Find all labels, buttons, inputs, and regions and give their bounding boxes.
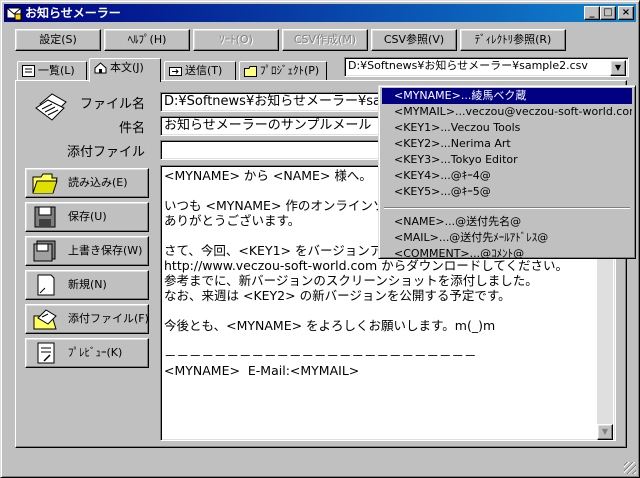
csv-file-value: D:¥Softnews¥お知らせメーラー¥sample2.csv (348, 59, 588, 72)
main-window: お知らせメーラー _ □ × 設定(S) ﾍﾙﾌﾟ(H) ｿｰﾄ(O) CSV作… (0, 0, 640, 478)
new-document-icon (37, 274, 55, 296)
overwrite-save-button[interactable]: 上書き保存(W) (25, 236, 149, 266)
sort-button[interactable]: ｿｰﾄ(O) (193, 29, 279, 51)
attach-file-button-label: 添付ファイル(F) (68, 312, 149, 325)
attach-label: 添付ファイル (66, 145, 145, 160)
editor-line: <MYNAME> E-Mail:<MYMAIL> (164, 363, 360, 378)
menu-item-myname[interactable]: <MYNAME>...綾馬ベク蔵 (382, 88, 632, 104)
tab-send-label: 送信(T) (185, 64, 223, 77)
filename-label: ファイル名 (79, 97, 145, 112)
load-button-label: 読み込み(E) (68, 176, 128, 189)
menu-item-name[interactable]: <NAME>...@送付先名@ (382, 214, 632, 230)
subject-label: 件名 (118, 121, 145, 136)
editor-line: なお、来週は <KEY2> の新バージョンを公開する予定です。 (164, 288, 511, 303)
tab-body-label: 本文(J) (110, 61, 144, 74)
menu-item-key2[interactable]: <KEY2>...Nerima Art (382, 136, 632, 152)
attach-file-icon (33, 309, 57, 330)
editor-line: 今後とも、<MYNAME> をよろしくお願いします。m(_)m (164, 318, 496, 333)
project-icon (244, 66, 257, 77)
variable-dropdown-menu: <MYNAME>...綾馬ベク蔵 <MYMAIL>...veczou@veczo… (378, 85, 636, 262)
maximize-button[interactable]: □ (600, 6, 616, 20)
menu-item-key1[interactable]: <KEY1>...Veczou Tools (382, 120, 632, 136)
overwrite-save-button-label: 上書き保存(W) (68, 244, 143, 257)
list-icon (22, 65, 35, 77)
preview-icon (37, 342, 55, 364)
tab-project[interactable]: ﾌﾟﾛｼﾞｪｸﾄ(P) (239, 61, 327, 81)
new-button[interactable]: 新規(N) (25, 270, 149, 300)
close-button[interactable]: × (618, 6, 634, 20)
save-button-label: 保存(U) (68, 210, 107, 223)
directory-browse-button[interactable]: ﾃﾞｨﾚｸﾄﾘ参照(R) (460, 29, 566, 51)
scroll-down-button[interactable]: ▼ (597, 424, 613, 440)
floppy-overwrite-icon (33, 240, 56, 262)
tab-send[interactable]: 送信(T) (164, 61, 236, 81)
subject-field[interactable]: お知らせメーラーのサンプルメール (160, 116, 382, 136)
tab-body[interactable]: 本文(J) (89, 58, 161, 82)
menu-item-comment[interactable]: <COMMENT>...@ｺﾒﾝﾄ@ (382, 246, 632, 262)
preview-button-label: ﾌﾟﾚﾋﾞｭｰ(K) (68, 346, 123, 359)
editor-line: －－－－－－－－－－－－－－－－－－－－－－－－－ (164, 348, 477, 363)
csv-file-combo[interactable]: D:¥Softnews¥お知らせメーラー¥sample2.csv ▼ (344, 57, 629, 77)
tab-list-label: 一覧(L) (38, 64, 75, 77)
tab-list[interactable]: 一覧(L) (17, 61, 87, 81)
menu-item-key5[interactable]: <KEY5>...@ｷｰ5@ (382, 184, 632, 200)
settings-button[interactable]: 設定(S) (15, 29, 101, 51)
menu-separator (384, 207, 630, 209)
floppy-icon (34, 206, 56, 228)
editor-line: 参考までに、新バージョンのスクリーンショットを添付しました。 (164, 273, 538, 288)
house-icon (94, 62, 107, 74)
minimize-button[interactable]: _ (584, 6, 600, 20)
send-icon (169, 67, 182, 76)
filename-field[interactable]: D:¥Softnews¥お知らせメーラー¥samp (160, 92, 382, 112)
combo-dropdown-button[interactable]: ▼ (610, 60, 626, 76)
attach-file-button[interactable]: 添付ファイル(F) (25, 304, 149, 334)
menu-item-mymail[interactable]: <MYMAIL>...veczou@veczou-soft-world.com (382, 104, 632, 120)
csv-create-button[interactable]: CSV作成(M) (282, 29, 368, 51)
menu-item-mail[interactable]: <MAIL>...@送付先ﾒｰﾙｱﾄﾞﾚｽ@ (382, 230, 632, 246)
app-mail-icon (6, 7, 22, 21)
tab-project-label: ﾌﾟﾛｼﾞｪｸﾄ(P) (260, 64, 320, 77)
csv-browse-button[interactable]: CSV参照(V) (371, 29, 457, 51)
folder-icon (32, 173, 58, 194)
save-button[interactable]: 保存(U) (25, 202, 149, 232)
window-title: お知らせメーラー (25, 6, 121, 20)
resize-grip[interactable] (624, 462, 636, 474)
new-button-label: 新規(N) (68, 278, 107, 291)
load-button[interactable]: 読み込み(E) (25, 168, 149, 198)
menu-item-key3[interactable]: <KEY3>...Tokyo Editor (382, 152, 632, 168)
title-bar[interactable]: お知らせメーラー _ □ × (4, 4, 636, 22)
help-button[interactable]: ﾍﾙﾌﾟ(H) (104, 29, 190, 51)
preview-button[interactable]: ﾌﾟﾚﾋﾞｭｰ(K) (25, 338, 149, 368)
menu-item-key4[interactable]: <KEY4>...@ｷｰ4@ (382, 168, 632, 184)
